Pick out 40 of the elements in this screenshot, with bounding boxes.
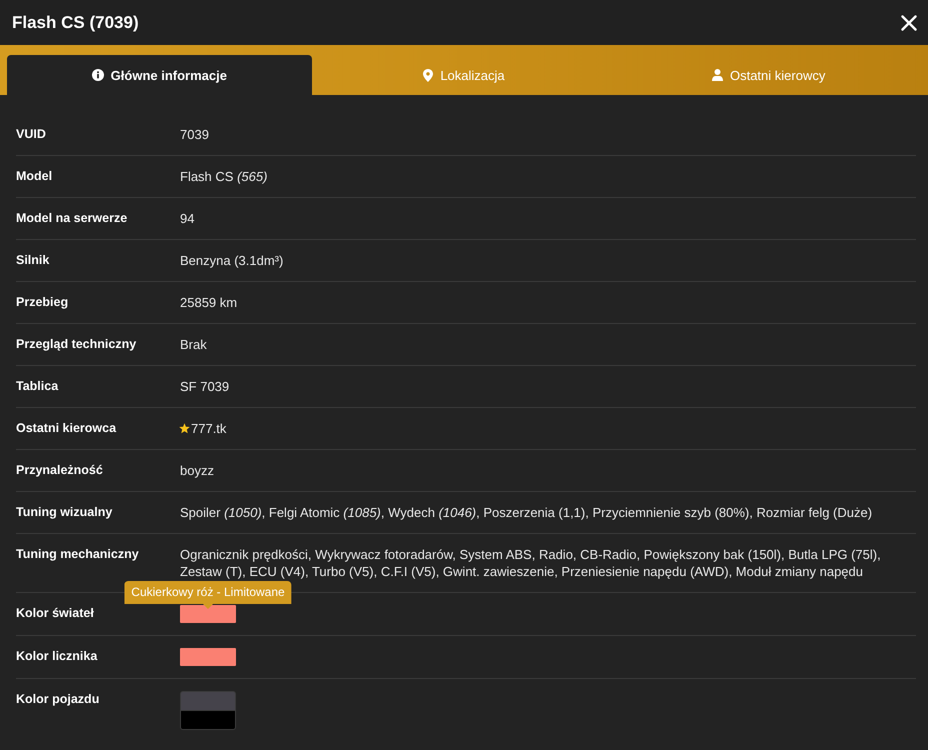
field-value: Benzyna (3.1dm³) [180, 252, 284, 269]
info-icon [92, 69, 104, 81]
field-value: Flash CS (565) [180, 168, 268, 185]
field-label: Kolor świateł [16, 605, 95, 622]
field-value: SF 7039 [180, 378, 230, 395]
field-value: Brak [180, 336, 208, 353]
user-icon [712, 69, 723, 81]
tooltip: Cukierkowy róż - Limitowane [124, 581, 292, 609]
color-swatch[interactable] [180, 710, 236, 730]
driver-name: 777.tk [191, 420, 226, 437]
field-label: Przebieg [16, 294, 70, 311]
window-title: Flash CS (7039) [12, 12, 139, 32]
field-label: Model [16, 168, 54, 185]
close-icon [901, 14, 917, 30]
field-label: Model na serwerze [16, 210, 128, 227]
field-label: Kolor licznika [16, 648, 98, 665]
star-icon [179, 423, 190, 434]
tab[interactable]: Lokalizacja [312, 55, 616, 95]
field-label: Przynależność [16, 462, 104, 479]
field-label: Tuning wizualny [16, 504, 114, 521]
color-swatch[interactable] [180, 605, 236, 623]
field-value: 25859 km [180, 294, 238, 311]
field-label: Tuning mechaniczny [16, 546, 140, 563]
field-value: 94 [180, 210, 196, 227]
map-pin-icon [423, 68, 434, 82]
field-value: Ogranicznik prędkości, Wykrywacz fotoradarów, System ABS, Radio, CB-Radio, Powiększony bak (150l), Butla LPG (75l), Zestaw (T), ECU (V4), Turbo (V5), C.F.I (V5), Gwint. zawieszenie, Przeniesienie napędu (AWD), Moduł zmiany napędu [180, 546, 882, 580]
tab[interactable]: Główne informacje [7, 55, 312, 95]
field-value: boyzz [180, 462, 215, 479]
field-value: 7039 [180, 126, 210, 143]
field-label: Ostatni kierowca [16, 420, 118, 437]
field-value: Spoiler (1050), Felgi Atomic (1085), Wydech (1046), Poszerzenia (1,1), Przyciemnienie szyb (80%), Rozmiar felg (Duże) [180, 504, 874, 521]
color-swatch[interactable] [180, 648, 236, 666]
field-label: Kolor pojazdu [16, 691, 100, 708]
field-label: Tablica [16, 378, 60, 395]
color-swatch[interactable] [180, 691, 236, 710]
field-label: Przegląd techniczny [16, 336, 138, 353]
close-button[interactable] [901, 14, 917, 30]
tab[interactable]: Ostatni kierowcy [616, 55, 921, 95]
field-label: Silnik [16, 252, 50, 269]
field-label: VUID [16, 126, 47, 143]
